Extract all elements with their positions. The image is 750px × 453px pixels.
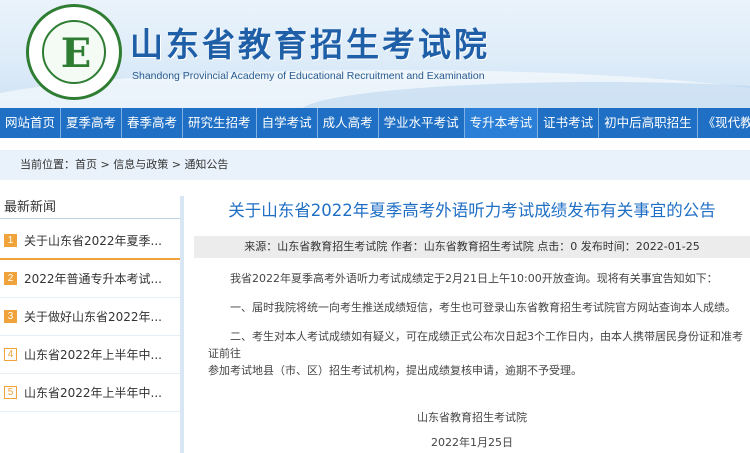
article-paragraph: 参加考试地县（市、区）招生考试机构，提出成绩复核申请，逾期不予受理。 [208, 364, 582, 377]
sidebar-scrollbar[interactable] [180, 196, 184, 453]
nav-item[interactable]: 夏季高考 [61, 108, 123, 138]
nav-item[interactable]: 证书考试 [538, 108, 600, 138]
sidebar-news-link[interactable]: 山东省2022年上半年中... [24, 384, 162, 401]
site-subtitle: Shandong Provincial Academy of Education… [132, 70, 485, 82]
nav-item[interactable]: 《现代教育》 [698, 108, 750, 138]
nav-item[interactable]: 自学考试 [257, 108, 318, 138]
rank-badge: 2 [4, 272, 17, 285]
sidebar-news-item[interactable]: 2 2022年普通专升本考试... [0, 260, 180, 298]
sidebar-news-link[interactable]: 关于做好山东省2022年... [24, 308, 162, 325]
sidebar-divider [0, 218, 180, 219]
article-paragraph: 二、考生对本人考试成绩如有疑义，可在成绩正式公布次日起3个工作日内，由本人携带居… [208, 330, 743, 360]
nav-item[interactable]: 初中后高职招生 [599, 108, 698, 138]
rank-badge: 3 [4, 310, 17, 323]
breadcrumb: 当前位置：首页 > 信息与政策 > 通知公告 [0, 150, 750, 180]
article-title: 关于山东省2022年夏季高考外语听力考试成绩发布有关事宜的公告 [228, 201, 716, 220]
article-date: 2022年1月25日 [431, 436, 513, 449]
article-signature: 山东省教育招生考试院 [417, 411, 527, 424]
breadcrumb-separator: > [168, 158, 185, 171]
nav-item[interactable]: 网站首页 [0, 108, 62, 138]
site-title: 山东省教育招生考试院 [130, 25, 490, 64]
article-body: 我省2022年夏季高考外语听力考试成绩定于2月21日上午10:00开放查询。现将… [208, 270, 743, 391]
sidebar-title: 最新新闻 [4, 200, 57, 215]
breadcrumb-separator: > [97, 158, 114, 171]
sidebar-news-item[interactable]: 5 山东省2022年上半年中... [0, 374, 180, 412]
site-logo[interactable]: E [26, 4, 122, 100]
nav-item[interactable]: 学业水平考试 [379, 108, 465, 138]
main-nav: 网站首页 夏季高考 春季高考 研究生招考 自学考试 成人高考 学业水平考试 专升本考试 证书考试… [0, 108, 750, 138]
rank-badge: 1 [4, 233, 17, 247]
breadcrumb-policy-link[interactable]: 信息与政策 [113, 158, 168, 171]
breadcrumb-notice-link[interactable]: 通知公告 [184, 158, 228, 171]
sidebar-news-link[interactable]: 关于山东省2022年夏季... [24, 232, 162, 249]
article-meta: 来源：山东省教育招生考试院 作者：山东省教育招生考试院 点击：0 发布时间：20… [194, 236, 750, 258]
sidebar-news-item[interactable]: 1 关于山东省2022年夏季... [0, 222, 180, 260]
article-paragraph: 我省2022年夏季高考外语听力考试成绩定于2月21日上午10:00开放查询。现将… [230, 272, 718, 285]
article-paragraph: 一、届时我院将统一向考生推送成绩短信，考生也可登录山东省教育招生考试院官方网站查… [230, 301, 736, 314]
latest-news-list: 1 关于山东省2022年夏季... 2 2022年普通专升本考试... 3 关于做好山东省… [0, 222, 180, 412]
logo-inner-ring: E [42, 20, 106, 84]
site-header: E 山东省教育招生考试院 Shandong Provincial Academy… [0, 0, 750, 108]
sidebar-news-link[interactable]: 2022年普通专升本考试... [24, 270, 162, 287]
breadcrumb-prefix: 当前位置： [20, 158, 75, 171]
sidebar-news-item[interactable]: 3 关于做好山东省2022年... [0, 298, 180, 336]
sidebar-news-item[interactable]: 4 山东省2022年上半年中... [0, 336, 180, 374]
nav-item[interactable]: 专升本考试 [464, 108, 539, 138]
nav-item[interactable]: 成人高考 [318, 108, 379, 138]
logo-letter: E [60, 30, 92, 77]
nav-item[interactable]: 春季高考 [122, 108, 184, 138]
sidebar-news-link[interactable]: 山东省2022年上半年中... [24, 346, 162, 363]
rank-badge: 4 [4, 348, 17, 361]
breadcrumb-home-link[interactable]: 首页 [75, 158, 97, 171]
rank-badge: 5 [4, 386, 17, 399]
nav-item[interactable]: 研究生招考 [183, 108, 257, 138]
